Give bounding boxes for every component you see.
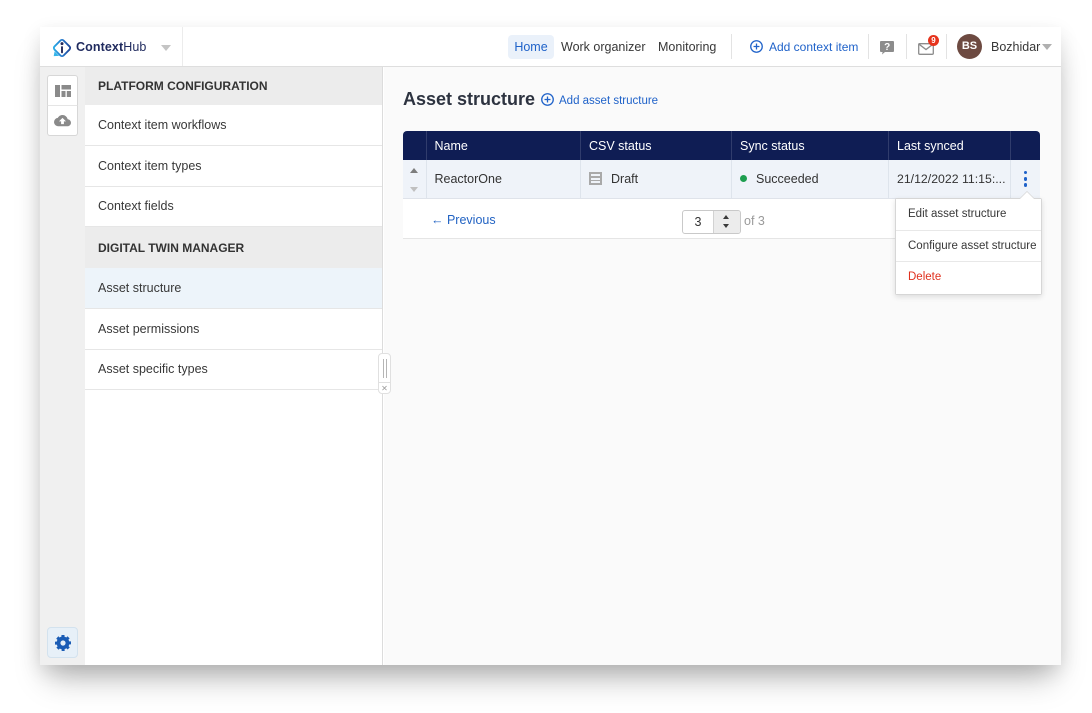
svg-text:?: ?: [884, 42, 890, 53]
